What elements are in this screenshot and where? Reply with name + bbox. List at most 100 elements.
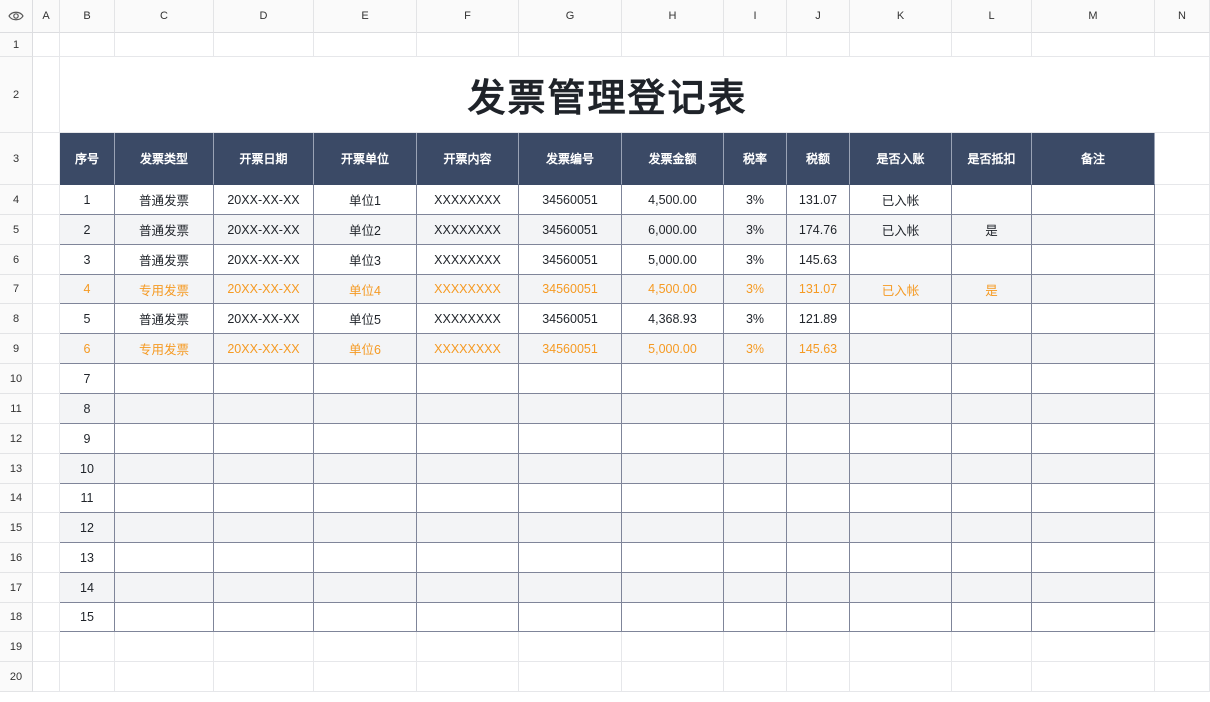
table-cell-note[interactable] <box>1032 215 1155 245</box>
grid-cell[interactable] <box>1155 364 1210 394</box>
grid-cell[interactable] <box>33 484 60 513</box>
table-cell-seq[interactable]: 10 <box>60 454 115 484</box>
row-header[interactable]: 13 <box>0 454 33 484</box>
table-cell-content[interactable]: XXXXXXXX <box>417 304 519 334</box>
row-header[interactable]: 5 <box>0 215 33 245</box>
table-cell-type[interactable] <box>115 513 214 543</box>
row-header[interactable]: 18 <box>0 603 33 632</box>
table-cell-number[interactable]: 34560051 <box>519 304 622 334</box>
row-header[interactable]: 16 <box>0 543 33 573</box>
column-header[interactable]: D <box>214 0 314 33</box>
table-cell-booked[interactable] <box>850 454 952 484</box>
grid-cell[interactable] <box>33 275 60 304</box>
row-header[interactable]: 9 <box>0 334 33 364</box>
table-cell-seq[interactable]: 7 <box>60 364 115 394</box>
column-header[interactable]: J <box>787 0 850 33</box>
grid-cell[interactable] <box>1032 662 1155 692</box>
row-header[interactable]: 6 <box>0 245 33 275</box>
table-cell-rate[interactable] <box>724 513 787 543</box>
table-cell-tax[interactable] <box>787 603 850 632</box>
row-header[interactable]: 1 <box>0 33 33 57</box>
table-cell-note[interactable] <box>1032 603 1155 632</box>
grid-cell[interactable] <box>33 662 60 692</box>
grid-cell[interactable] <box>214 662 314 692</box>
table-cell-date[interactable] <box>214 513 314 543</box>
grid-cell[interactable] <box>850 662 952 692</box>
grid-cell[interactable] <box>33 543 60 573</box>
grid-cell[interactable] <box>1155 662 1210 692</box>
table-cell-content[interactable] <box>417 454 519 484</box>
table-cell-content[interactable]: XXXXXXXX <box>417 245 519 275</box>
table-cell-tax[interactable] <box>787 394 850 424</box>
grid-cell[interactable] <box>622 33 724 57</box>
table-cell-booked[interactable]: 已入帐 <box>850 275 952 304</box>
grid-cell[interactable] <box>1155 543 1210 573</box>
table-cell-date[interactable] <box>214 484 314 513</box>
table-cell-amount[interactable] <box>622 543 724 573</box>
grid-cell[interactable] <box>115 632 214 662</box>
grid-cell[interactable] <box>33 632 60 662</box>
table-cell-date[interactable] <box>214 543 314 573</box>
grid-cell[interactable] <box>1155 424 1210 454</box>
table-cell-rate[interactable]: 3% <box>724 275 787 304</box>
grid-cell[interactable] <box>417 662 519 692</box>
grid-cell[interactable] <box>1155 334 1210 364</box>
table-cell-unit[interactable]: 单位1 <box>314 185 417 215</box>
table-cell-number[interactable] <box>519 364 622 394</box>
grid-cell[interactable] <box>33 364 60 394</box>
grid-cell[interactable] <box>60 632 115 662</box>
table-cell-type[interactable]: 普通发票 <box>115 245 214 275</box>
table-cell-date[interactable] <box>214 573 314 603</box>
table-cell-rate[interactable] <box>724 454 787 484</box>
table-cell-booked[interactable] <box>850 543 952 573</box>
table-cell-number[interactable]: 34560051 <box>519 215 622 245</box>
grid-cell[interactable] <box>33 454 60 484</box>
table-cell-seq[interactable]: 15 <box>60 603 115 632</box>
grid-cell[interactable] <box>115 662 214 692</box>
table-cell-seq[interactable]: 11 <box>60 484 115 513</box>
table-cell-number[interactable]: 34560051 <box>519 334 622 364</box>
table-header-cell[interactable]: 开票内容 <box>417 133 519 185</box>
table-cell-date[interactable]: 20XX-XX-XX <box>214 275 314 304</box>
table-header-cell[interactable]: 开票日期 <box>214 133 314 185</box>
table-cell-tax[interactable]: 145.63 <box>787 245 850 275</box>
row-header[interactable]: 11 <box>0 394 33 424</box>
row-header[interactable]: 15 <box>0 513 33 543</box>
table-cell-tax[interactable] <box>787 513 850 543</box>
table-cell-type[interactable]: 普通发票 <box>115 185 214 215</box>
table-cell-unit[interactable]: 单位3 <box>314 245 417 275</box>
table-cell-note[interactable] <box>1032 364 1155 394</box>
table-cell-amount[interactable] <box>622 484 724 513</box>
table-cell-type[interactable] <box>115 454 214 484</box>
grid-cell[interactable] <box>33 573 60 603</box>
table-cell-booked[interactable]: 已入帐 <box>850 215 952 245</box>
table-cell-amount[interactable]: 5,000.00 <box>622 334 724 364</box>
grid-cell[interactable] <box>33 334 60 364</box>
table-cell-type[interactable]: 普通发票 <box>115 304 214 334</box>
table-cell-date[interactable]: 20XX-XX-XX <box>214 304 314 334</box>
grid-cell[interactable] <box>1155 454 1210 484</box>
row-header[interactable]: 20 <box>0 662 33 692</box>
row-header[interactable]: 14 <box>0 484 33 513</box>
grid-cell[interactable] <box>787 33 850 57</box>
grid-cell[interactable] <box>33 394 60 424</box>
eye-icon[interactable] <box>0 0 33 33</box>
grid-cell[interactable] <box>1155 632 1210 662</box>
table-cell-booked[interactable] <box>850 304 952 334</box>
table-cell-type[interactable] <box>115 424 214 454</box>
row-header[interactable]: 12 <box>0 424 33 454</box>
table-cell-booked[interactable] <box>850 245 952 275</box>
column-header[interactable]: L <box>952 0 1032 33</box>
grid-cell[interactable] <box>314 632 417 662</box>
table-cell-amount[interactable]: 5,000.00 <box>622 245 724 275</box>
table-cell-unit[interactable] <box>314 543 417 573</box>
table-cell-note[interactable] <box>1032 513 1155 543</box>
grid-cell[interactable] <box>952 33 1032 57</box>
table-cell-seq[interactable]: 9 <box>60 424 115 454</box>
table-cell-note[interactable] <box>1032 275 1155 304</box>
table-header-cell[interactable]: 序号 <box>60 133 115 185</box>
table-cell-date[interactable] <box>214 364 314 394</box>
grid-cell[interactable] <box>1155 304 1210 334</box>
table-cell-booked[interactable] <box>850 364 952 394</box>
table-header-cell[interactable]: 税率 <box>724 133 787 185</box>
